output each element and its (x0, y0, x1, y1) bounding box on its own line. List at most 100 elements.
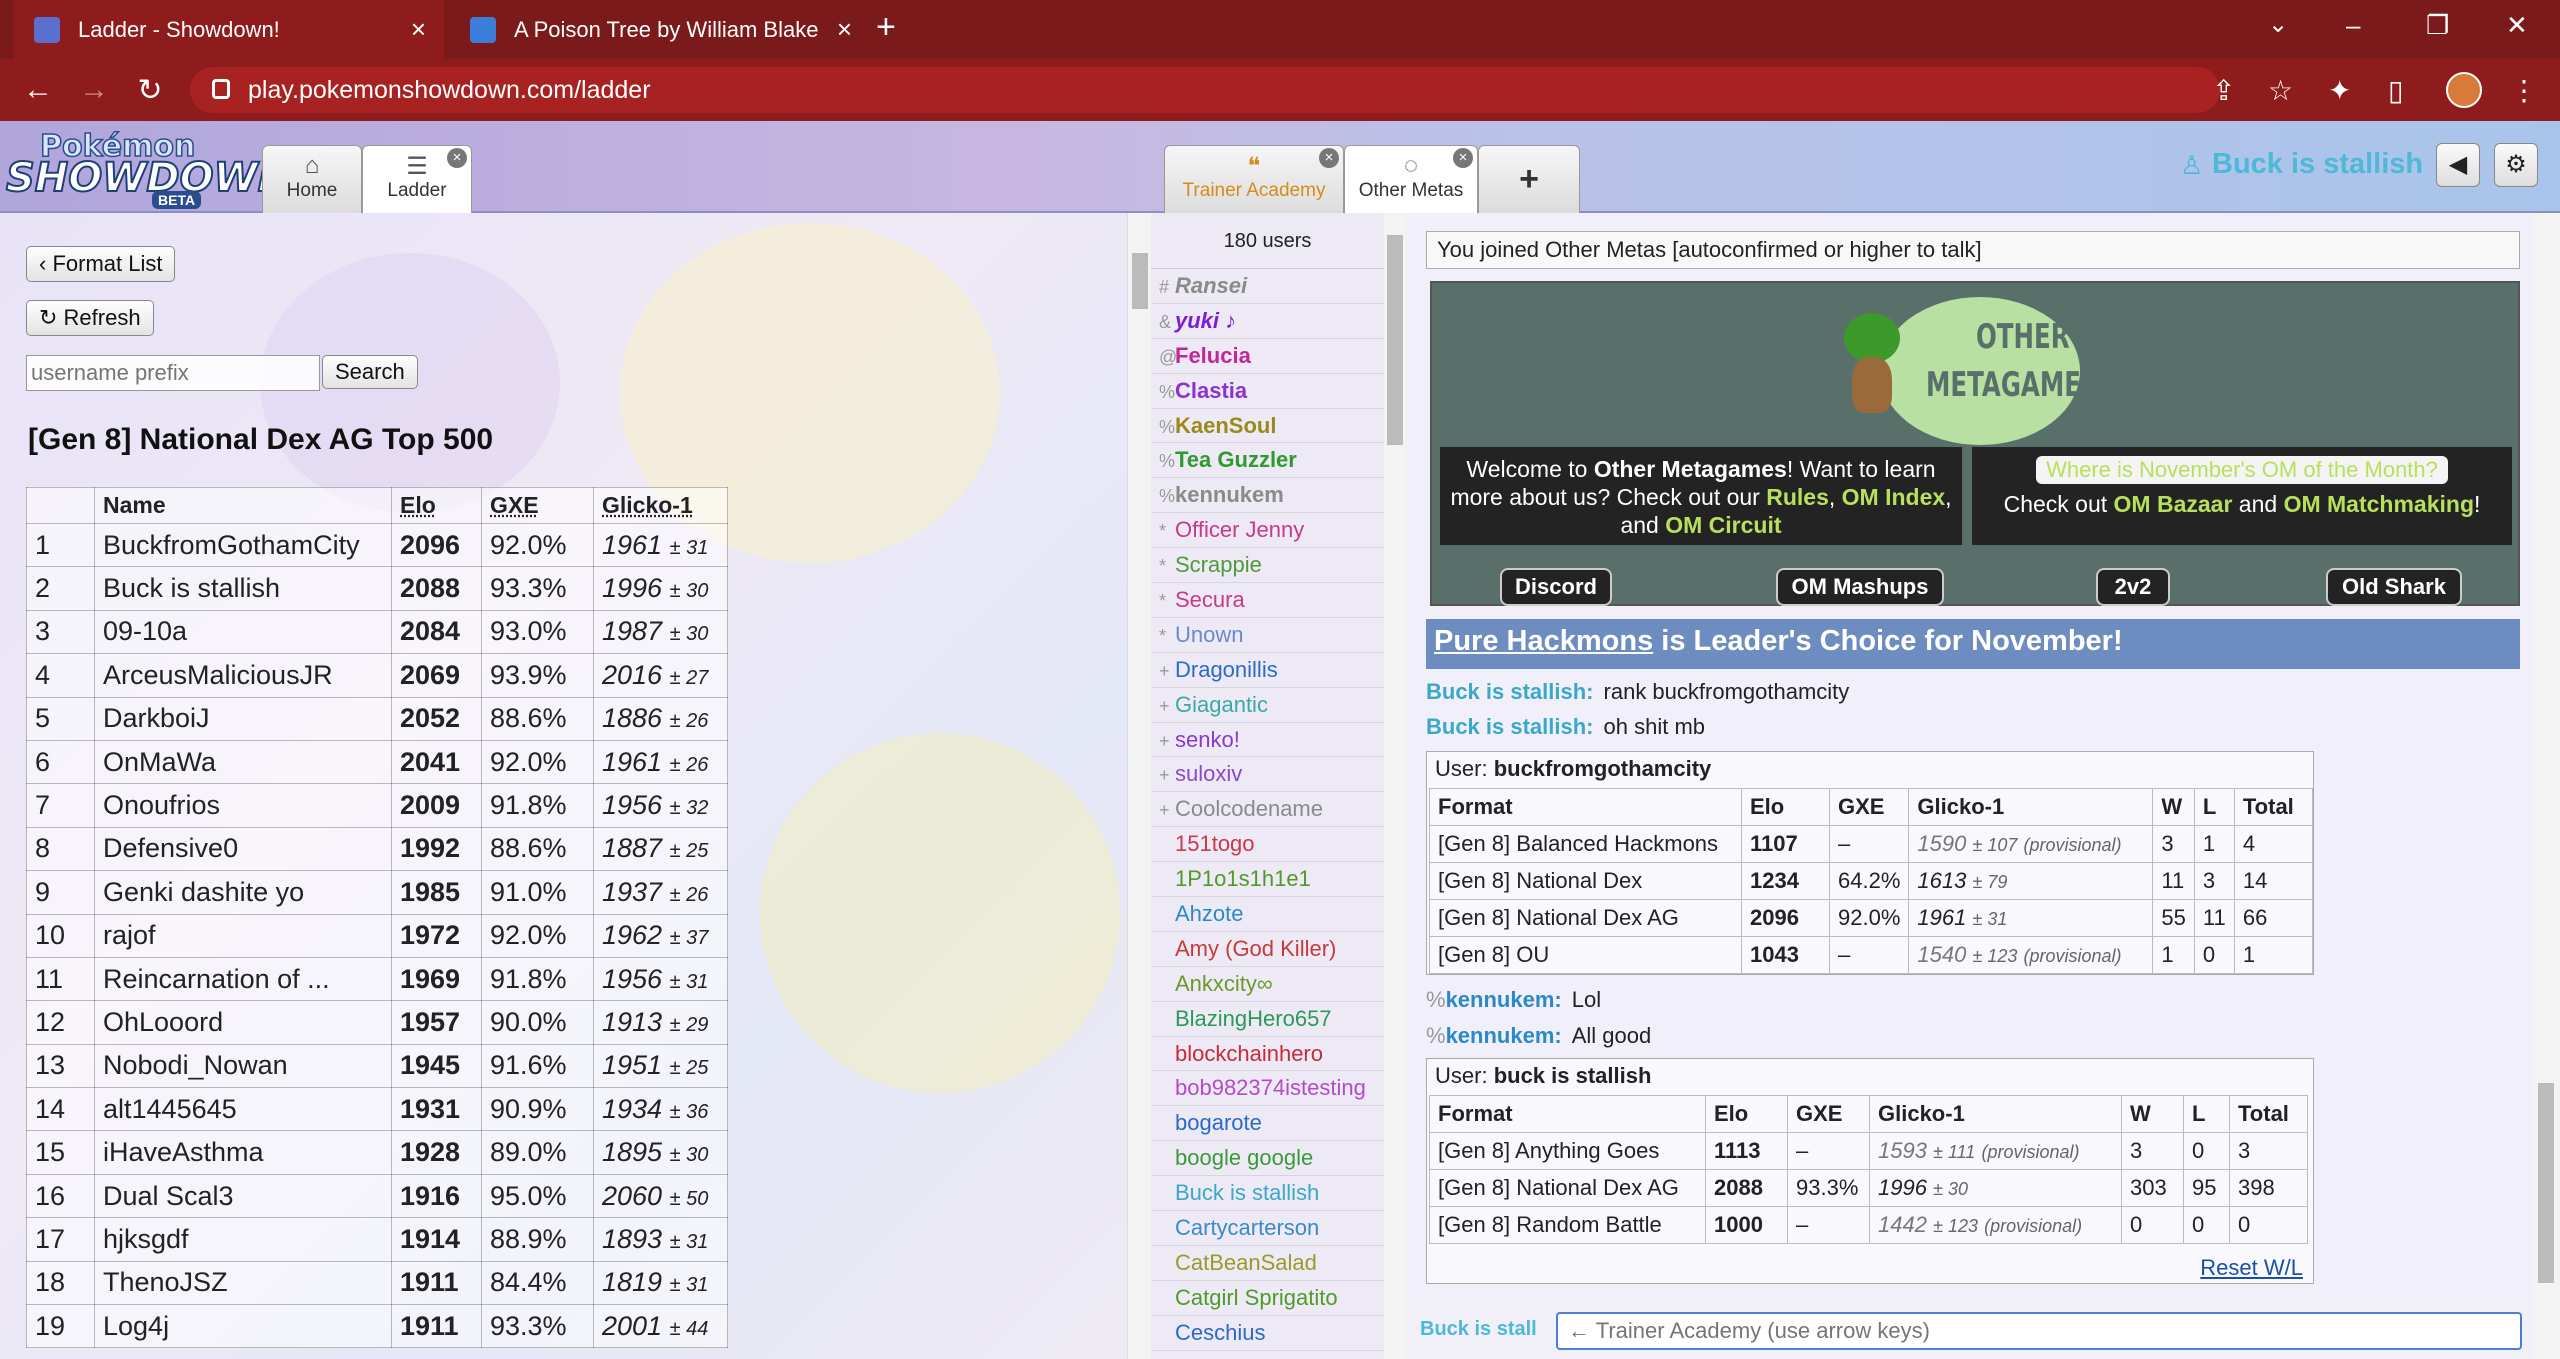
pure-hackmons-link[interactable]: Pure Hackmons (1434, 625, 1653, 657)
message-author[interactable]: kennukem: (1446, 987, 1562, 1012)
new-tab-button[interactable]: + (876, 8, 896, 47)
sound-button[interactable]: ◀ (2436, 143, 2480, 187)
message-author[interactable]: kennukem: (1446, 1023, 1562, 1048)
ladder-scrollbar[interactable] (1127, 213, 1151, 1359)
reload-icon[interactable]: ↻ (122, 73, 178, 108)
discord-button[interactable]: Discord (1500, 568, 1612, 606)
col-glicko[interactable]: Glicko-1 (593, 487, 728, 524)
scrollbar-thumb[interactable] (1387, 235, 1403, 445)
close-tab-icon[interactable]: × (1319, 148, 1339, 168)
userlist-item[interactable]: %Clastia (1151, 374, 1384, 409)
message-author[interactable]: Buck is stallish: (1426, 714, 1594, 739)
om-circuit-link[interactable]: OM Circuit (1665, 512, 1781, 538)
url-field[interactable]: play.pokemonshowdown.com/ladder (190, 67, 2220, 113)
name-cell[interactable]: Nobodi_Nowan (94, 1043, 392, 1089)
scrollbar-thumb[interactable] (1132, 253, 1148, 309)
restore-icon[interactable]: ❐ (2426, 10, 2449, 41)
name-cell[interactable]: OnMaWa (94, 739, 392, 785)
name-cell[interactable]: Log4j (94, 1304, 392, 1349)
tab-ladder[interactable]: ☰ Ladder × (362, 145, 472, 215)
om-mashups-button[interactable]: OM Mashups (1776, 568, 1944, 606)
userlist-item[interactable]: + suloxiv (1151, 757, 1384, 793)
current-username[interactable]: Buck is stallish (2212, 148, 2423, 181)
userlist-item[interactable]: + senko! (1151, 723, 1384, 758)
menu-icon[interactable]: ⋮ (2510, 74, 2538, 107)
userlist-item[interactable]: boogle google (1151, 1141, 1384, 1177)
minimize-icon[interactable]: – (2346, 10, 2360, 41)
name-cell[interactable]: ThenoJSZ (94, 1260, 392, 1306)
name-cell[interactable]: hjksgdf (94, 1217, 392, 1262)
old-shark-button[interactable]: Old Shark (2326, 568, 2462, 606)
userlist-item[interactable]: %KaenSoul (1151, 409, 1384, 444)
bookmark-star-icon[interactable]: ☆ (2268, 74, 2293, 107)
name-cell[interactable]: Dual Scal3 (94, 1173, 392, 1219)
close-tab-icon[interactable]: × (837, 14, 852, 45)
userlist-item[interactable]: Ceschius (1151, 1316, 1384, 1351)
userlist-item[interactable]: %kennukem (1151, 478, 1384, 514)
rules-link[interactable]: Rules (1766, 484, 1829, 510)
tab-trainer-academy[interactable]: ❝ Trainer Academy × (1164, 145, 1344, 213)
scrollbar-thumb[interactable] (2538, 1083, 2554, 1283)
username-prefix-input[interactable] (26, 355, 320, 391)
browser-tab-poison-tree[interactable]: A Poison Tree by William Blake - × (450, 0, 870, 59)
profile-avatar[interactable] (2446, 72, 2482, 108)
format-list-button[interactable]: ‹ Format List (26, 246, 176, 282)
col-elo[interactable]: Elo (391, 487, 482, 524)
close-window-icon[interactable]: ✕ (2506, 10, 2528, 41)
userlist-item[interactable]: 151togo (1151, 827, 1384, 863)
userlist-item[interactable]: * Secura (1151, 583, 1384, 618)
userlist-item[interactable]: %Tea Guzzler (1151, 443, 1384, 479)
userlist-item[interactable]: * Unown (1151, 618, 1384, 653)
tab-other-metas[interactable]: ◌ Other Metas × (1344, 145, 1478, 215)
name-cell[interactable]: Genki dashite yo (94, 870, 392, 915)
userlist-item[interactable]: + Coolcodename (1151, 792, 1384, 828)
userlist-item[interactable]: bogarote (1151, 1106, 1384, 1142)
extensions-icon[interactable]: ✦ (2328, 74, 2351, 107)
name-cell[interactable]: Onoufrios (94, 783, 392, 828)
userlist-item[interactable]: blockchainhero (1151, 1037, 1384, 1072)
message-author[interactable]: Buck is stallish: (1426, 679, 1594, 704)
userlist-item[interactable]: Chris Hansen (1151, 1351, 1384, 1359)
userlist-item[interactable]: & yuki ♪ (1151, 304, 1384, 339)
name-cell[interactable]: Buck is stallish (94, 566, 392, 611)
userlist-item[interactable]: Catgirl Sprigatito (1151, 1281, 1384, 1316)
add-room-button[interactable]: + (1478, 145, 1580, 213)
search-button[interactable]: Search (322, 355, 418, 389)
userlist-item[interactable]: * Scrappie (1151, 548, 1384, 584)
name-cell[interactable]: BuckfromGothamCity (94, 522, 392, 568)
userlist-item[interactable]: * Officer Jenny (1151, 513, 1384, 549)
showdown-logo[interactable]: Pokémon SHOWDOWN! BETA (5, 128, 310, 209)
browser-tab-ladder[interactable]: Ladder - Showdown! × (14, 0, 444, 59)
tab-search-icon[interactable]: ⌄ (2268, 10, 2288, 39)
close-tab-icon[interactable]: × (411, 14, 426, 45)
userlist-item[interactable]: + Giagantic (1151, 688, 1384, 723)
name-cell[interactable]: iHaveAsthma (94, 1130, 392, 1175)
name-cell[interactable]: 09-10a (94, 609, 392, 655)
share-icon[interactable]: ⇪ (2212, 74, 2235, 107)
name-cell[interactable]: Defensive0 (94, 826, 392, 872)
col-gxe[interactable]: GXE (481, 487, 594, 524)
chat-message-input[interactable] (1556, 1312, 2522, 1350)
userlist-item[interactable]: Amy (God Killer) (1151, 932, 1384, 967)
userlist-item[interactable]: CatBeanSalad (1151, 1246, 1384, 1281)
om-matchmaking-link[interactable]: OM Matchmaking (2284, 491, 2474, 517)
userlist-item[interactable]: BlazingHero657 (1151, 1002, 1384, 1037)
userlist-item[interactable]: # Ransei (1151, 269, 1384, 304)
name-cell[interactable]: ArceusMaliciousJR (94, 653, 392, 698)
userlist-item[interactable]: Ankxcity∞ (1151, 967, 1384, 1002)
name-cell[interactable]: alt1445645 (94, 1087, 392, 1132)
name-cell[interactable]: rajof (94, 913, 392, 958)
om-bazaar-link[interactable]: OM Bazaar (2114, 491, 2233, 517)
name-cell[interactable]: Reincarnation of ... (94, 956, 392, 1002)
userlist-scrollbar[interactable] (1384, 213, 1406, 1359)
tab-home[interactable]: ⌂ Home (262, 145, 362, 213)
back-icon[interactable]: ← (10, 73, 66, 107)
2v2-button[interactable]: 2v2 (2096, 568, 2170, 606)
userlist-item[interactable]: 1P1o1s1h1e1 (1151, 862, 1384, 898)
refresh-button[interactable]: ↻ Refresh (26, 300, 154, 336)
userlist-item[interactable]: Ahzote (1151, 897, 1384, 932)
om-index-link[interactable]: OM Index (1842, 484, 1946, 510)
om-of-the-month-button[interactable]: Where is November's OM of the Month? (2036, 456, 2448, 484)
userlist-item[interactable]: Buck is stallish (1151, 1176, 1384, 1212)
close-tab-icon[interactable]: × (1453, 148, 1473, 168)
